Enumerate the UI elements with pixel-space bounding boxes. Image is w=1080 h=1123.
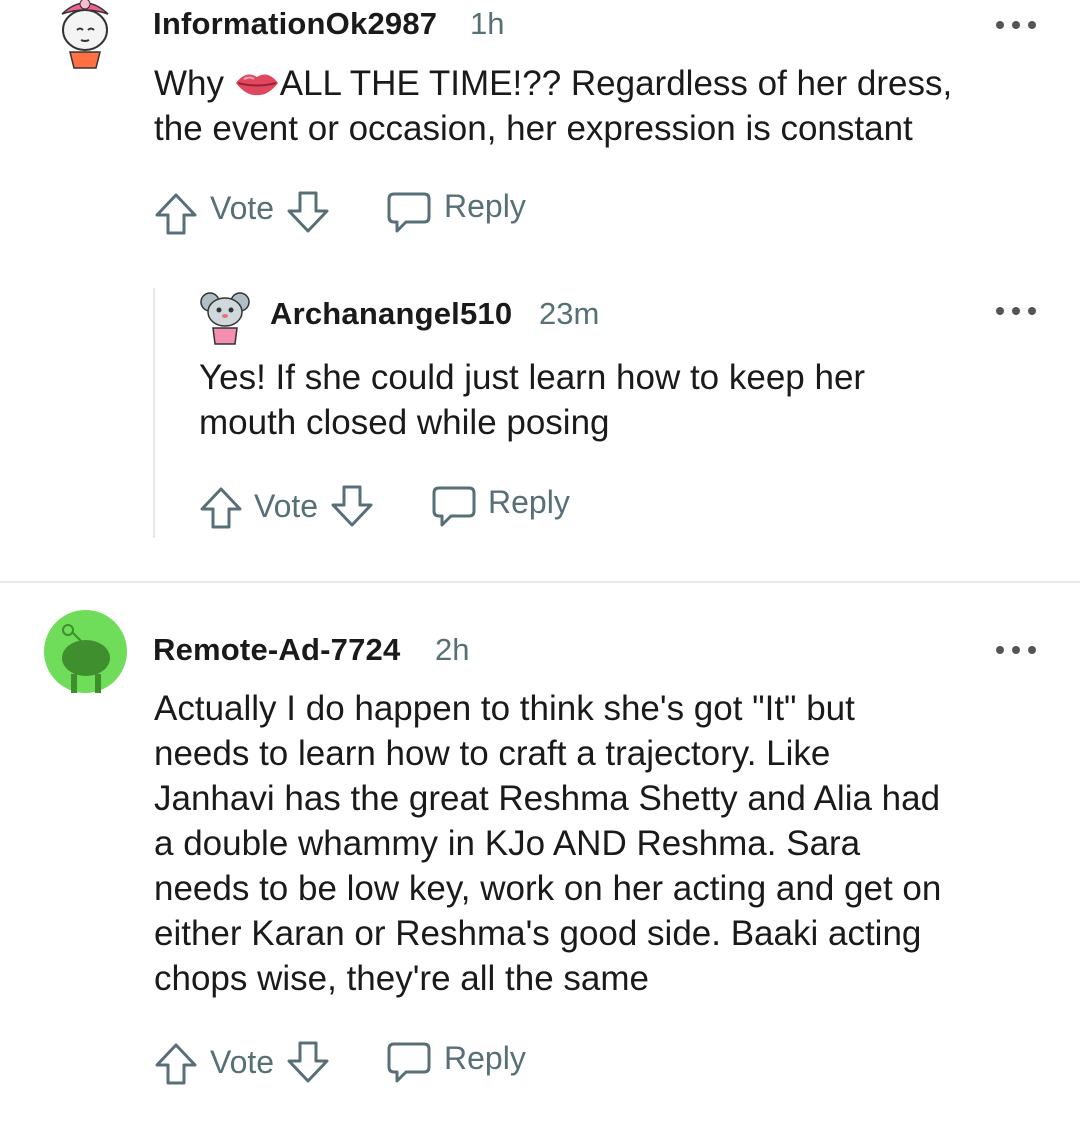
lips-emoji — [235, 74, 278, 96]
comment-line: the event or occasion, her expression is… — [154, 109, 913, 148]
comment-line: needs to be low key, work on her acting … — [154, 869, 942, 908]
comment-line: Actually I do happen to think she's got … — [154, 689, 855, 728]
reply-label[interactable]: Reply — [488, 484, 570, 521]
comment-line: Janhavi has the great Reshma Shetty and … — [154, 779, 941, 818]
user-avatar[interactable] — [44, 610, 127, 693]
comment-actions: Vote Reply — [154, 1036, 554, 1086]
arrow-up-icon[interactable] — [154, 1042, 198, 1086]
comment-text: ALL THE TIME!?? Regardless of her dress, — [279, 64, 953, 103]
comment-line: Why ALL THE TIME!?? Regardless of her dr… — [154, 61, 952, 106]
comment-line: a double whammy in KJo AND Reshma. Sara — [154, 824, 861, 863]
timestamp: 23m — [539, 296, 600, 331]
user-avatar[interactable] — [50, 0, 120, 70]
comment-body: Why ALL THE TIME!?? Regardless of her dr… — [154, 61, 952, 151]
vote-label: Vote — [210, 190, 275, 226]
comment-line: either Karan or Reshma's good side. Baak… — [154, 914, 922, 953]
comment-body: Actually I do happen to think she's got … — [154, 686, 941, 1001]
speech-bubble-icon[interactable] — [431, 484, 477, 530]
comment-line: needs to learn how to craft a trajectory… — [154, 734, 831, 773]
arrow-up-icon[interactable] — [154, 192, 198, 236]
user-avatar[interactable] — [199, 288, 251, 346]
comment-body: Yes! If she could just learn how to keep… — [199, 355, 865, 445]
more-options-icon[interactable] — [996, 301, 1036, 321]
username[interactable]: Remote-Ad-7724 — [153, 632, 400, 668]
speech-bubble-icon[interactable] — [386, 1040, 432, 1086]
more-options-icon[interactable] — [996, 640, 1036, 660]
vote-label: Vote — [210, 1044, 275, 1080]
speech-bubble-icon[interactable] — [386, 190, 432, 236]
comment-text: Why — [154, 64, 234, 103]
username[interactable]: Archanangel510 — [270, 296, 512, 332]
arrow-down-icon[interactable] — [330, 484, 374, 528]
vote-label: Vote — [254, 488, 319, 524]
more-options-icon[interactable] — [996, 15, 1036, 35]
username[interactable]: InformationOk2987 — [153, 6, 437, 42]
comment-actions: Vote Reply — [154, 186, 554, 236]
arrow-down-icon[interactable] — [286, 190, 330, 234]
comment-divider — [0, 581, 1080, 583]
reply-label[interactable]: Reply — [444, 188, 526, 225]
comment-line: mouth closed while posing — [199, 403, 610, 442]
thread-line — [153, 288, 155, 538]
arrow-up-icon[interactable] — [199, 486, 243, 530]
timestamp: 2h — [435, 632, 470, 667]
timestamp: 1h — [470, 6, 505, 41]
comment-actions: Vote Reply — [199, 480, 599, 530]
comment-line: Yes! If she could just learn how to keep… — [199, 358, 866, 397]
arrow-down-icon[interactable] — [286, 1040, 330, 1084]
comment-line: chops wise, they're all the same — [154, 959, 649, 998]
reply-label[interactable]: Reply — [444, 1040, 526, 1077]
